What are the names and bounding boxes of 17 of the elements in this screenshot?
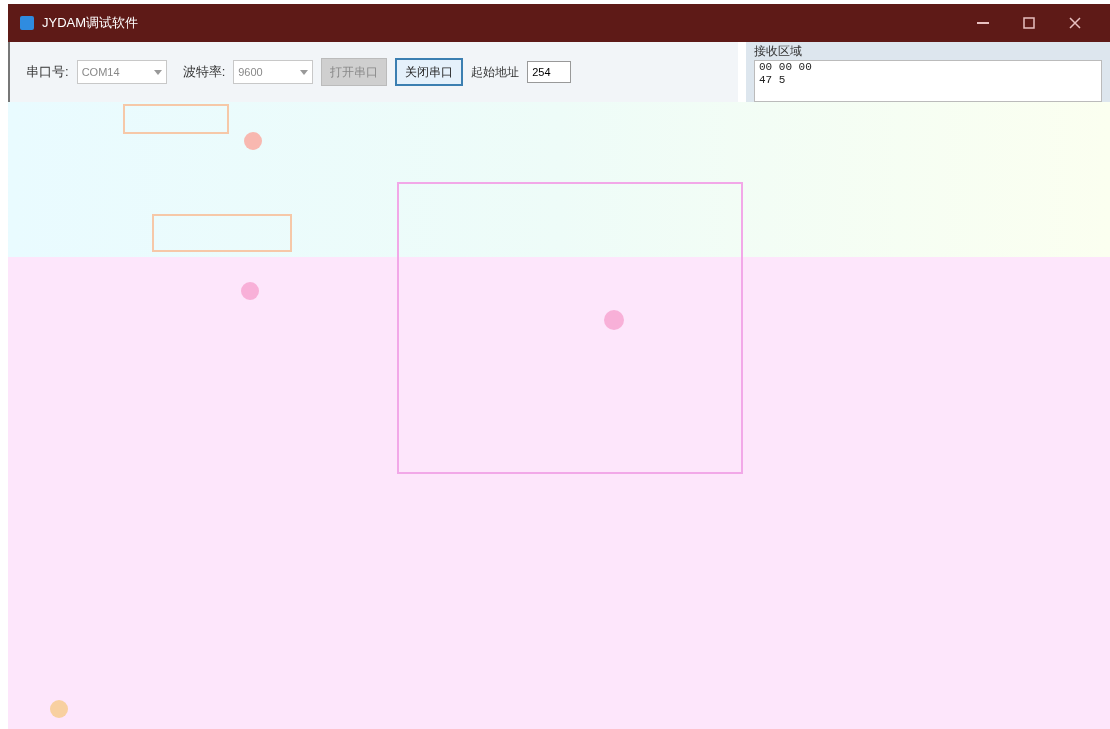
baud-label: 波特率: xyxy=(182,63,226,82)
address-field[interactable]: 254 xyxy=(527,61,572,83)
app-icon xyxy=(20,16,34,30)
minimize-icon xyxy=(977,22,989,24)
port-select[interactable]: COM14 xyxy=(76,60,167,84)
chevron-down-icon xyxy=(153,69,162,75)
receive-line: 47 5 xyxy=(759,74,787,87)
receive-line: 00 00 00 xyxy=(759,61,813,74)
close-icon xyxy=(1069,17,1081,29)
address-label: 起始地址 xyxy=(471,64,520,81)
port-label: 串口号: xyxy=(26,63,69,82)
receive-title: 接收区域 xyxy=(754,43,803,60)
window-title: JYDAM调试软件 xyxy=(42,14,139,33)
baud-select[interactable]: 9600 xyxy=(233,60,314,84)
chevron-down-icon xyxy=(300,69,309,75)
serial-button[interactable]: 关闭串口 xyxy=(395,58,464,86)
maximize-icon xyxy=(1023,17,1035,29)
